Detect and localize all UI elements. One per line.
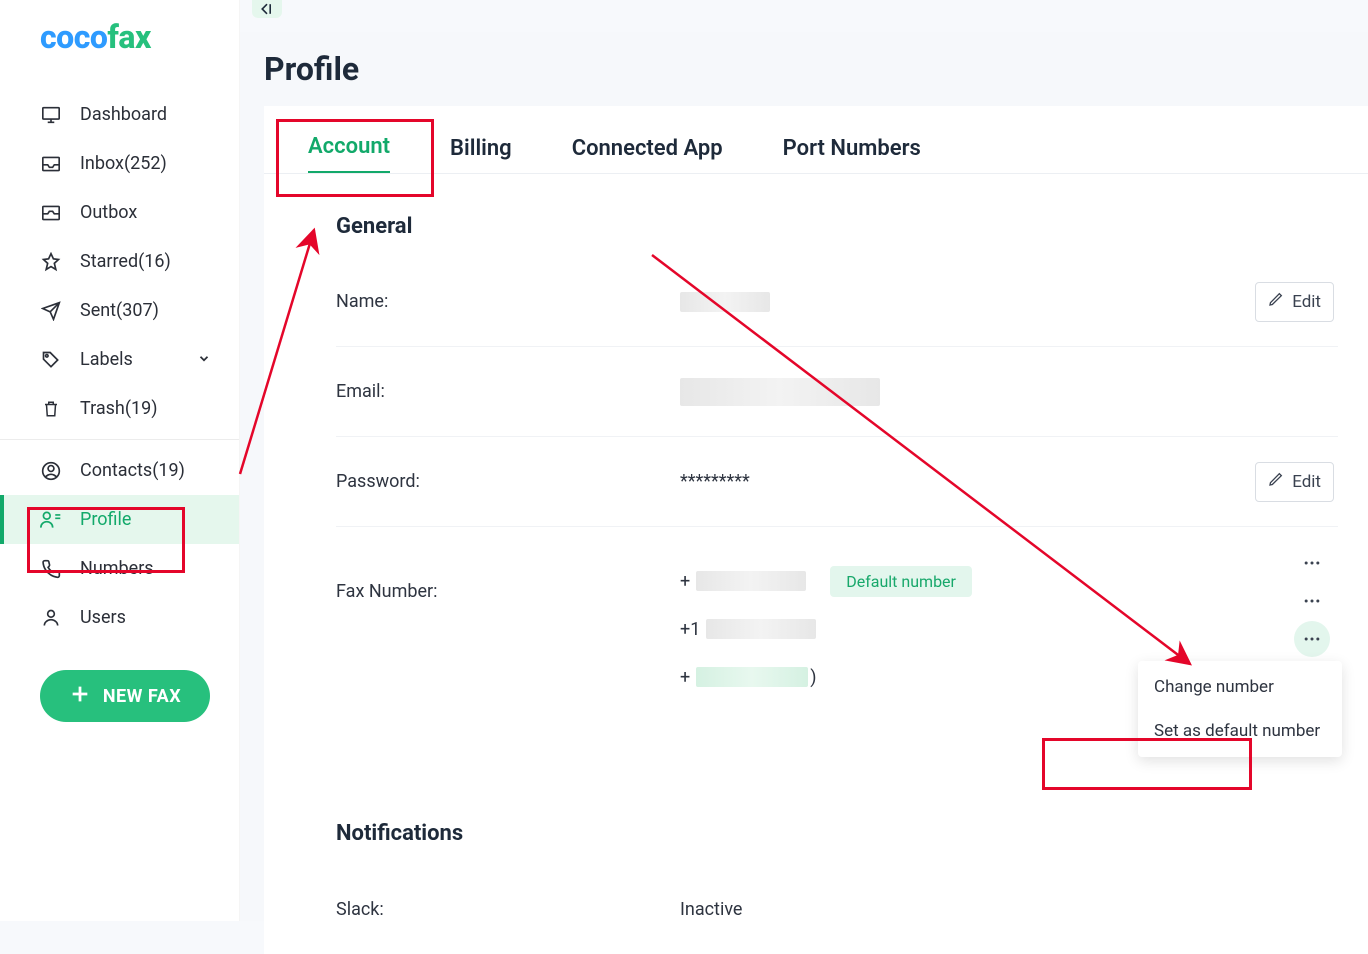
label-slack: Slack: <box>336 899 680 920</box>
logo: cocofax <box>0 0 239 74</box>
sidebar-item-numbers[interactable]: Numbers <box>0 544 239 593</box>
row-slack: Slack: Inactive <box>336 864 1338 954</box>
sidebar-item-label: Numbers <box>80 558 154 579</box>
sidebar-item-outbox[interactable]: Outbox <box>0 188 239 237</box>
masked-fax-2 <box>706 619 816 639</box>
monitor-icon <box>40 106 62 124</box>
profile-icon <box>40 510 62 530</box>
tab-port-numbers[interactable]: Port Numbers <box>783 136 921 173</box>
edit-password-button[interactable]: Edit <box>1255 462 1334 502</box>
plus-icon <box>69 683 91 710</box>
sidebar-item-label: Outbox <box>80 202 137 223</box>
row-password: Password: ********* Edit <box>336 437 1338 527</box>
sidebar-item-label: Sent(307) <box>80 300 159 321</box>
label-fax-number: Fax Number: <box>336 545 680 602</box>
row-fax-number: Fax Number: + Default number +1 + ) <box>336 527 1338 731</box>
edit-label: Edit <box>1292 472 1321 492</box>
sidebar-item-label: Trash(19) <box>80 398 157 419</box>
default-number-badge: Default number <box>830 566 972 597</box>
pencil-icon <box>1268 291 1284 312</box>
slack-value: Inactive <box>680 899 742 920</box>
tab-connected-app[interactable]: Connected App <box>572 136 723 173</box>
edit-name-button[interactable]: Edit <box>1255 282 1334 322</box>
sidebar-item-trash[interactable]: Trash(19) <box>0 384 239 433</box>
tab-billing[interactable]: Billing <box>450 136 512 173</box>
sidebar-item-dashboard[interactable]: Dashboard <box>0 90 239 139</box>
collapse-sidebar-button[interactable] <box>252 0 282 18</box>
star-icon <box>40 252 62 272</box>
tabs: Account Billing Connected App Port Numbe… <box>264 106 1368 174</box>
fax-action-popup: Change number Set as default number <box>1138 661 1342 757</box>
sidebar-item-label: Profile <box>80 509 131 530</box>
send-icon <box>40 301 62 321</box>
sidebar-item-starred[interactable]: Starred(16) <box>0 237 239 286</box>
sidebar-item-label: Labels <box>80 349 133 370</box>
user-circle-icon <box>40 461 62 481</box>
more-button-fax-2[interactable] <box>1294 583 1330 619</box>
tab-account[interactable]: Account <box>308 134 390 173</box>
trash-icon <box>40 399 62 419</box>
masked-email-value <box>680 378 880 406</box>
sidebar-item-users[interactable]: Users <box>0 593 239 642</box>
fax-prefix-3: + <box>680 667 690 688</box>
outbox-icon <box>40 204 62 222</box>
sidebar-item-label: Users <box>80 607 126 628</box>
sidebar-item-label: Starred(16) <box>80 251 171 272</box>
more-button-fax-1[interactable] <box>1294 545 1330 581</box>
section-title-notifications: Notifications <box>306 801 1368 864</box>
nav-divider <box>0 439 239 440</box>
pencil-icon <box>1268 471 1284 492</box>
user-icon <box>40 608 62 628</box>
inbox-icon <box>40 155 62 173</box>
masked-fax-1 <box>696 571 806 591</box>
sidebar: cocofax Dashboard Inbox(252) Outbox Star… <box>0 0 240 921</box>
label-name: Name: <box>336 291 680 312</box>
phone-icon <box>40 559 62 579</box>
logo-part1: coco <box>40 18 107 56</box>
main: Profile Account Billing Connected App Po… <box>240 32 1368 921</box>
sidebar-item-label: Dashboard <box>80 104 167 125</box>
masked-name-value <box>680 292 770 312</box>
new-fax-label: NEW FAX <box>103 686 181 707</box>
sidebar-item-profile[interactable]: Profile <box>0 495 239 544</box>
fax-suffix-3: ) <box>810 667 816 688</box>
section-title-general: General <box>306 194 1368 257</box>
fax-prefix-1: + <box>680 571 690 592</box>
edit-label: Edit <box>1292 292 1321 312</box>
sidebar-item-inbox[interactable]: Inbox(252) <box>0 139 239 188</box>
row-name: Name: Edit <box>336 257 1338 347</box>
notifications-section: Notifications Slack: Inactive <box>306 801 1368 954</box>
sidebar-item-label: Contacts(19) <box>80 460 185 481</box>
page-title: Profile <box>240 32 1368 106</box>
new-fax-button[interactable]: NEW FAX <box>40 670 210 722</box>
general-section: General Name: Edit Email: <box>306 194 1368 771</box>
fax-prefix-2: +1 <box>680 619 700 640</box>
sidebar-item-sent[interactable]: Sent(307) <box>0 286 239 335</box>
profile-card: Account Billing Connected App Port Numbe… <box>264 106 1368 954</box>
tag-icon <box>40 350 62 370</box>
more-button-fax-3[interactable] <box>1294 621 1330 657</box>
chevron-down-icon <box>197 349 211 370</box>
masked-fax-3 <box>696 667 808 687</box>
label-email: Email: <box>336 381 680 402</box>
label-password: Password: <box>336 471 680 492</box>
logo-part2: fax <box>107 18 150 56</box>
sidebar-item-label: Inbox(252) <box>80 153 167 174</box>
sidebar-item-contacts[interactable]: Contacts(19) <box>0 446 239 495</box>
popup-change-number[interactable]: Change number <box>1138 665 1342 709</box>
password-value: ********* <box>680 471 750 492</box>
sidebar-item-labels[interactable]: Labels <box>0 335 239 384</box>
popup-set-default[interactable]: Set as default number <box>1138 709 1342 753</box>
nav: Dashboard Inbox(252) Outbox Starred(16) … <box>0 90 239 642</box>
row-email: Email: <box>336 347 1338 437</box>
